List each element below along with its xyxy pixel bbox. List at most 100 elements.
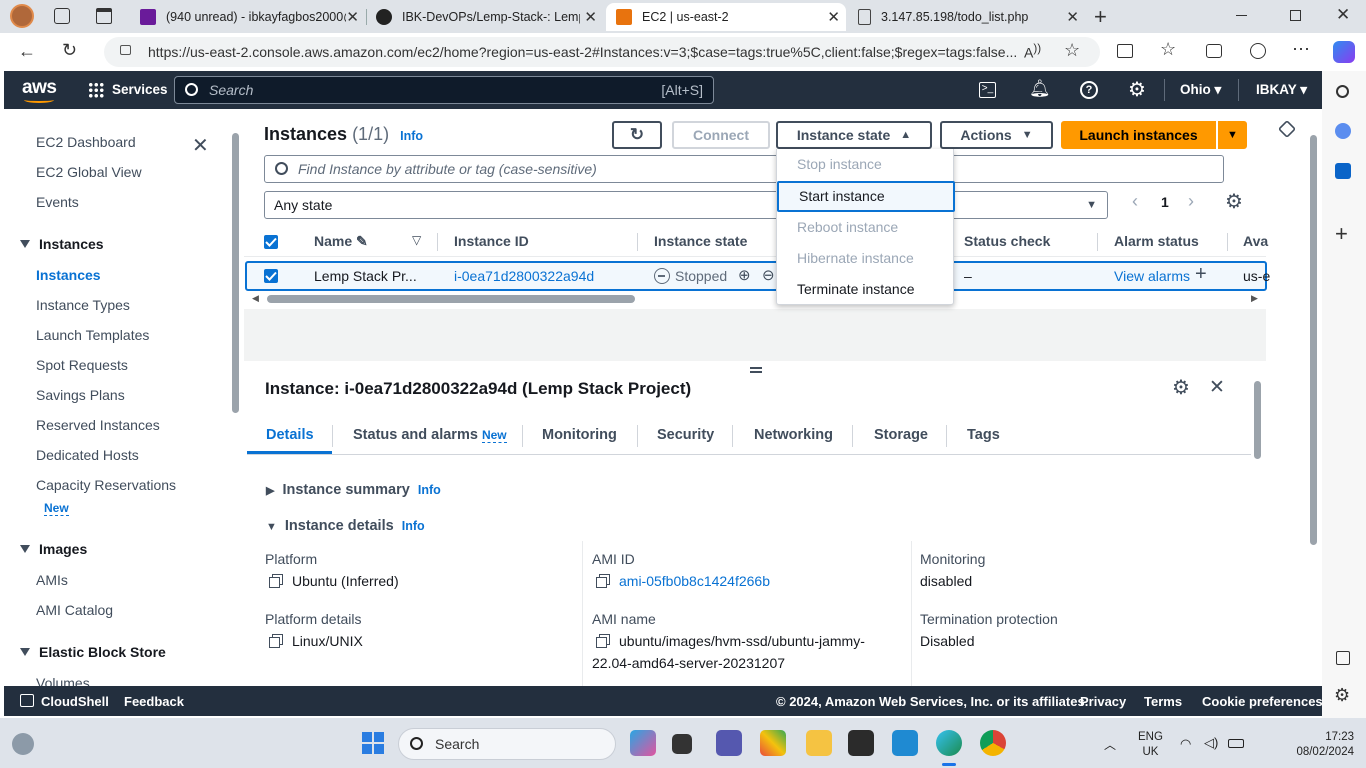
collections-icon[interactable] <box>1206 44 1222 58</box>
sidebar-item-amis[interactable]: AMIs <box>36 572 68 588</box>
column-availability-zone[interactable]: Ava <box>1243 233 1268 249</box>
actions-button[interactable]: Actions ▼ <box>940 121 1053 149</box>
column-instance-id[interactable]: Instance ID <box>454 233 529 249</box>
terminal-icon[interactable] <box>848 730 874 756</box>
connect-button[interactable]: Connect <box>672 121 770 149</box>
details-settings-icon[interactable]: ⚙ <box>1172 375 1190 400</box>
copilot-sidebar-icon[interactable] <box>1335 123 1351 139</box>
notifications-icon[interactable]: 🔔︎ <box>1029 79 1051 99</box>
info-link[interactable]: Info <box>402 519 425 533</box>
column-instance-state[interactable]: Instance state <box>654 233 747 249</box>
refresh-icon[interactable]: ↻ <box>62 40 77 61</box>
clock[interactable]: 17:23 08/02/2024 <box>1290 730 1354 760</box>
instance-summary-toggle[interactable]: ▶ Instance summary Info <box>266 482 441 498</box>
close-window-icon[interactable]: ✕ <box>1336 5 1350 25</box>
menu-terminate-instance[interactable]: Terminate instance <box>777 274 955 305</box>
menu-reboot-instance[interactable]: Reboot instance <box>777 212 955 243</box>
sidebar-item-volumes[interactable]: Volumes <box>36 675 90 686</box>
read-aloud-icon[interactable]: A)) <box>1024 42 1041 61</box>
scroll-left-icon[interactable]: ◀ <box>252 293 259 304</box>
sidebar-item-ec2-dashboard[interactable]: EC2 Dashboard <box>36 134 136 150</box>
tab-mail[interactable]: (940 unread) - ibkayfagbos2000@ ✕ <box>130 3 365 31</box>
sidebar-item-capacity-reservations[interactable]: Capacity Reservations <box>36 477 176 493</box>
task-view-icon[interactable] <box>672 734 692 754</box>
restore-icon[interactable] <box>1290 10 1301 21</box>
cloudshell-icon[interactable]: >_ <box>979 82 996 98</box>
tab-tags[interactable]: Tags <box>967 427 1000 443</box>
tab-todo[interactable]: 3.147.85.198/todo_list.php ✕ <box>850 3 1085 31</box>
instance-id-link[interactable]: i-0ea71d2800322a94d <box>454 268 594 284</box>
menu-start-instance[interactable]: Start instance <box>777 181 955 212</box>
search-icon[interactable] <box>1336 85 1349 98</box>
menu-stop-instance[interactable]: Stop instance <box>777 149 955 180</box>
hide-sidebar-icon[interactable] <box>1336 651 1350 665</box>
taskbar-search[interactable]: Search <box>398 728 616 760</box>
sidebar-settings-icon[interactable]: ⚙ <box>1334 685 1350 706</box>
close-details-icon[interactable]: ✕ <box>1209 376 1225 399</box>
add-sidebar-app-icon[interactable]: + <box>1335 221 1348 247</box>
sidebar-section-images[interactable]: Images <box>20 541 87 557</box>
profile-avatar[interactable] <box>10 4 34 28</box>
sidebar-section-instances[interactable]: Instances <box>20 236 104 252</box>
view-alarms-link[interactable]: View alarms <box>1114 268 1190 284</box>
copy-icon[interactable] <box>269 574 283 588</box>
account-menu[interactable]: IBKAY ▾ <box>1256 82 1307 98</box>
sidebar-section-ebs[interactable]: Elastic Block Store <box>20 644 166 660</box>
console-search-input[interactable]: Search [Alt+S] <box>174 76 714 104</box>
back-icon[interactable]: ← <box>18 41 36 62</box>
tab-status-and-alarms[interactable]: Status and alarms New <box>353 427 507 443</box>
column-status-check[interactable]: Status check <box>964 233 1050 249</box>
refresh-button[interactable]: ↻ <box>612 121 662 149</box>
copilot-icon[interactable] <box>1333 41 1355 63</box>
preferences-gear-icon[interactable]: ⚙ <box>1225 189 1243 214</box>
launch-dropdown-button[interactable]: ▼ <box>1218 121 1247 149</box>
zoom-out-icon[interactable]: ⊖ <box>762 266 775 284</box>
wifi-icon[interactable]: ◠ <box>1180 736 1191 752</box>
teams-icon[interactable] <box>716 730 742 756</box>
resize-handle[interactable] <box>750 367 762 373</box>
chrome-icon[interactable] <box>980 730 1006 756</box>
start-icon[interactable] <box>362 732 384 754</box>
state-filter-select[interactable]: Any state ▼ <box>264 191 1108 219</box>
page-scrollbar[interactable] <box>1310 135 1317 545</box>
bookmark-star-icon[interactable]: ☆ <box>1064 40 1080 61</box>
battery-icon[interactable] <box>1228 739 1244 748</box>
tab-networking[interactable]: Networking <box>754 427 833 443</box>
feedback-link[interactable]: Feedback <box>124 694 184 709</box>
zoom-in-icon[interactable]: ⊕ <box>738 266 751 284</box>
filter-input[interactable]: Find Instance by attribute or tag (case-… <box>264 155 1224 183</box>
launch-instances-button[interactable]: Launch instances <box>1061 121 1216 149</box>
tab-details[interactable]: Details <box>266 427 314 443</box>
tab-storage[interactable]: Storage <box>874 427 928 443</box>
sidebar-scrollbar[interactable] <box>232 133 239 413</box>
favorites-icon[interactable]: ☆ <box>1160 39 1176 60</box>
services-menu[interactable]: Services <box>112 82 168 97</box>
help-icon[interactable]: ? <box>1080 81 1098 99</box>
ami-id-link[interactable]: ami-05fb0b8c1424f266b <box>619 573 770 589</box>
page-tools-icon[interactable] <box>1277 119 1297 139</box>
sidebar-item-ec2-global-view[interactable]: EC2 Global View <box>36 164 142 180</box>
weather-icon[interactable] <box>12 733 34 755</box>
sidebar-item-ami-catalog[interactable]: AMI Catalog <box>36 602 113 618</box>
tab-github[interactable]: IBK-DevOPs/Lemp-Stack-: Lemp ✕ <box>368 3 603 31</box>
new-tab-icon[interactable]: + <box>1094 4 1107 30</box>
page-number[interactable]: 1 <box>1161 194 1169 210</box>
sidebar-item-events[interactable]: Events <box>36 194 79 210</box>
privacy-link[interactable]: Privacy <box>1080 694 1126 709</box>
sidebar-item-instance-types[interactable]: Instance Types <box>36 297 130 313</box>
sidebar-item-reserved-instances[interactable]: Reserved Instances <box>36 417 160 433</box>
edge-icon[interactable] <box>936 730 962 756</box>
minimize-icon[interactable] <box>1236 15 1247 16</box>
extensions-icon[interactable] <box>1250 43 1266 59</box>
close-sidebar-icon[interactable]: ✕ <box>192 133 209 158</box>
horizontal-scrollbar[interactable] <box>267 295 635 303</box>
volume-icon[interactable]: ◁) <box>1204 735 1218 751</box>
region-selector[interactable]: Ohio ▾ <box>1180 82 1221 98</box>
close-tab-icon[interactable]: ✕ <box>1066 8 1079 26</box>
sidebar-item-spot-requests[interactable]: Spot Requests <box>36 357 128 373</box>
instance-details-toggle[interactable]: ▼ Instance details Info <box>266 518 425 534</box>
select-all-checkbox[interactable] <box>264 235 278 249</box>
next-page-icon[interactable]: › <box>1188 191 1194 212</box>
instance-state-button[interactable]: Instance state ▲ <box>776 121 932 149</box>
scroll-right-icon[interactable]: ▶ <box>1251 293 1258 304</box>
